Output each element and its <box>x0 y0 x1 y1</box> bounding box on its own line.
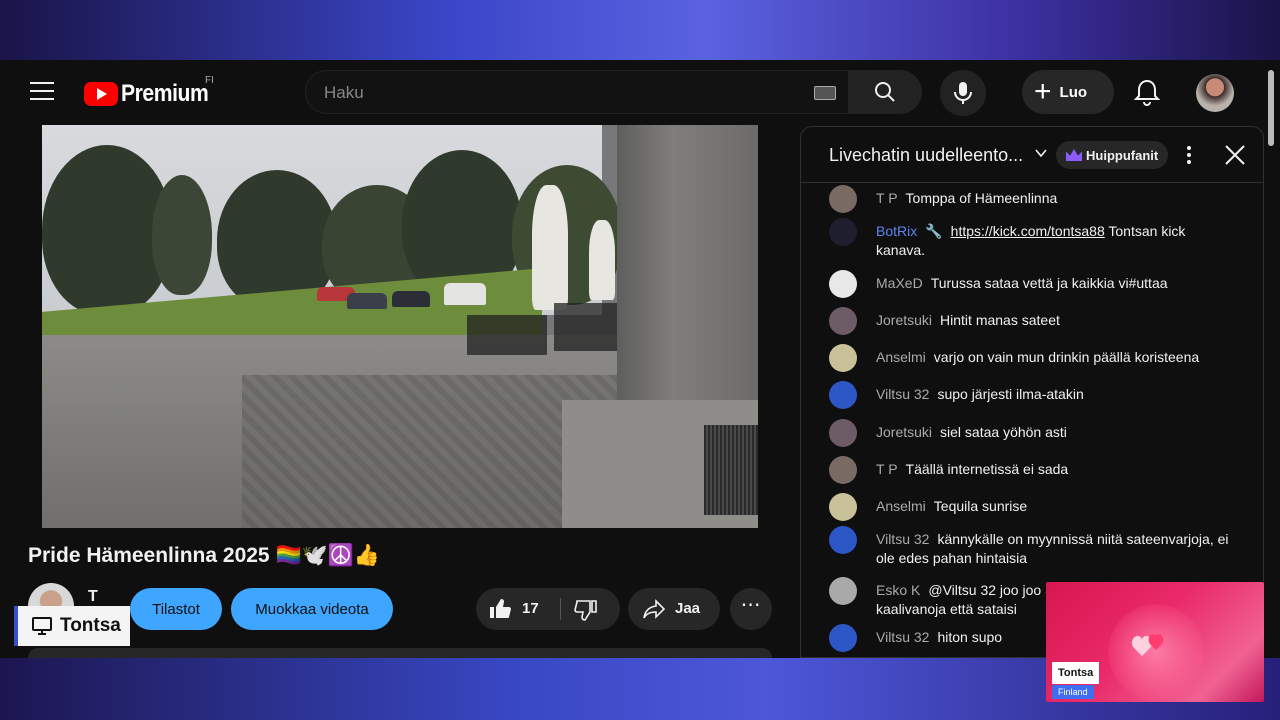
voice-search-button[interactable] <box>940 70 986 116</box>
edit-video-button[interactable]: Muokkaa videota <box>231 588 393 630</box>
live-chat-panel: Livechatin uudelleento... Huippufanit T … <box>800 126 1264 658</box>
notifications-bell-icon[interactable] <box>1134 78 1160 106</box>
video-tree <box>152 175 212 295</box>
chat-mode-selector[interactable]: Livechatin uudelleento... <box>829 145 1023 166</box>
chat-author[interactable]: MaXeD <box>876 275 923 291</box>
chat-avatar[interactable] <box>829 270 857 298</box>
wrench-icon: 🔧 <box>925 223 943 239</box>
chat-author[interactable]: Viltsu 32 <box>876 629 929 645</box>
video-tables <box>554 303 624 351</box>
search-input[interactable] <box>324 81 784 105</box>
webcam-name: Tontsa <box>1052 662 1100 684</box>
search-icon <box>875 82 895 102</box>
chat-author[interactable]: T P <box>876 190 898 206</box>
chat-avatar[interactable] <box>829 577 857 605</box>
video-umbrella <box>532 185 568 310</box>
video-title: Pride Hämeenlinna 2025 🏳️‍🌈🕊️☮️👍 <box>28 544 381 567</box>
chat-avatar[interactable] <box>829 307 857 335</box>
video-vent <box>704 425 758 515</box>
more-vert-icon[interactable] <box>1179 143 1199 167</box>
video-car <box>444 283 486 305</box>
chat-avatar[interactable] <box>829 493 857 521</box>
plus-icon: + <box>1034 75 1052 108</box>
chat-avatar[interactable] <box>829 381 857 409</box>
chat-author[interactable]: Joretsuki <box>876 424 932 440</box>
chat-author[interactable]: Anselmi <box>876 349 926 365</box>
description-box[interactable] <box>28 648 772 658</box>
like-count: 17 <box>522 600 539 617</box>
create-button[interactable]: + Luo <box>1022 70 1114 114</box>
like-separator <box>560 598 561 620</box>
streamer-name: Tontsa <box>60 615 121 636</box>
chat-author[interactable]: Viltsu 32 <box>876 531 929 547</box>
more-actions-button[interactable]: ⋯ <box>730 588 772 630</box>
country-code: FI <box>205 75 214 86</box>
share-icon <box>643 599 666 619</box>
chat-text: Tomppa of Hämeenlinna <box>905 190 1058 206</box>
chat-text: Täällä internetissä ei sada <box>905 461 1069 477</box>
video-car <box>347 293 387 309</box>
streamer-badge: Tontsa <box>14 606 130 646</box>
video-umbrella <box>589 220 615 300</box>
chat-avatar[interactable] <box>829 419 857 447</box>
youtube-play-icon <box>84 82 118 106</box>
chat-avatar[interactable] <box>829 344 857 372</box>
page-scrollbar[interactable] <box>1268 70 1274 146</box>
create-label: Luo <box>1059 83 1088 101</box>
video-car <box>392 291 430 307</box>
like-dislike-group: 17 <box>476 588 620 630</box>
superfans-label: Huippufanit <box>1086 147 1159 163</box>
menu-icon[interactable] <box>30 82 54 102</box>
webcam-overlay: Tontsa Finland <box>1046 582 1264 702</box>
chat-text: Hintit manas sateet <box>940 312 1060 328</box>
top-bar: Premium FI + Luo <box>0 60 1280 126</box>
chat-avatar[interactable] <box>829 456 857 484</box>
youtube-window: Premium FI + Luo <box>0 60 1280 658</box>
chat-author[interactable]: Anselmi <box>876 498 926 514</box>
video-player[interactable] <box>42 125 758 528</box>
chat-avatar[interactable] <box>829 526 857 554</box>
channel-name[interactable]: T <box>88 588 98 606</box>
stats-button[interactable]: Tilastot <box>130 588 222 630</box>
monitor-icon <box>32 617 52 635</box>
chevron-down-icon[interactable] <box>1035 147 1047 159</box>
search-box <box>305 70 848 114</box>
chat-author[interactable]: Esko K <box>876 582 920 598</box>
chat-text: Turussa sataa vettä ja kaikkia vi#uttaa <box>930 275 1168 291</box>
chat-avatar[interactable] <box>829 218 857 246</box>
account-avatar[interactable] <box>1196 74 1234 112</box>
microphone-icon <box>954 82 972 104</box>
chat-author[interactable]: Joretsuki <box>876 312 932 328</box>
keyboard-icon[interactable] <box>814 86 836 100</box>
chat-text: siel sataa yöhön asti <box>940 424 1067 440</box>
video-tables <box>467 315 547 355</box>
chat-avatar[interactable] <box>829 624 857 652</box>
webcam-location: Finland <box>1052 685 1094 699</box>
chat-link[interactable]: https://kick.com/tontsa88 <box>951 223 1105 239</box>
heart-icon <box>1131 634 1164 656</box>
chat-author[interactable]: Viltsu 32 <box>876 386 929 402</box>
close-icon[interactable] <box>1221 141 1249 169</box>
chat-author[interactable]: T P <box>876 461 898 477</box>
chat-text: supo järjesti ilma-atakin <box>937 386 1084 402</box>
chat-text: varjo on vain mun drinkin päällä koriste… <box>933 349 1200 365</box>
chat-avatar[interactable] <box>829 185 857 213</box>
search-button[interactable] <box>848 70 922 114</box>
superfans-button[interactable]: Huippufanit <box>1056 141 1169 169</box>
chat-header: Livechatin uudelleento... Huippufanit <box>801 127 1263 183</box>
chat-author[interactable]: BotRix <box>876 223 917 239</box>
thumbs-down-icon[interactable] <box>574 598 598 622</box>
share-button[interactable]: Jaa <box>628 588 720 630</box>
logo-text: Premium <box>121 80 209 107</box>
chat-text: hiton supo <box>937 629 1003 645</box>
crown-icon <box>1066 149 1082 161</box>
share-label: Jaa <box>675 600 701 617</box>
thumbs-up-icon[interactable] <box>488 597 512 621</box>
youtube-premium-logo[interactable]: Premium <box>84 80 220 108</box>
chat-text: Tequila sunrise <box>933 498 1028 514</box>
